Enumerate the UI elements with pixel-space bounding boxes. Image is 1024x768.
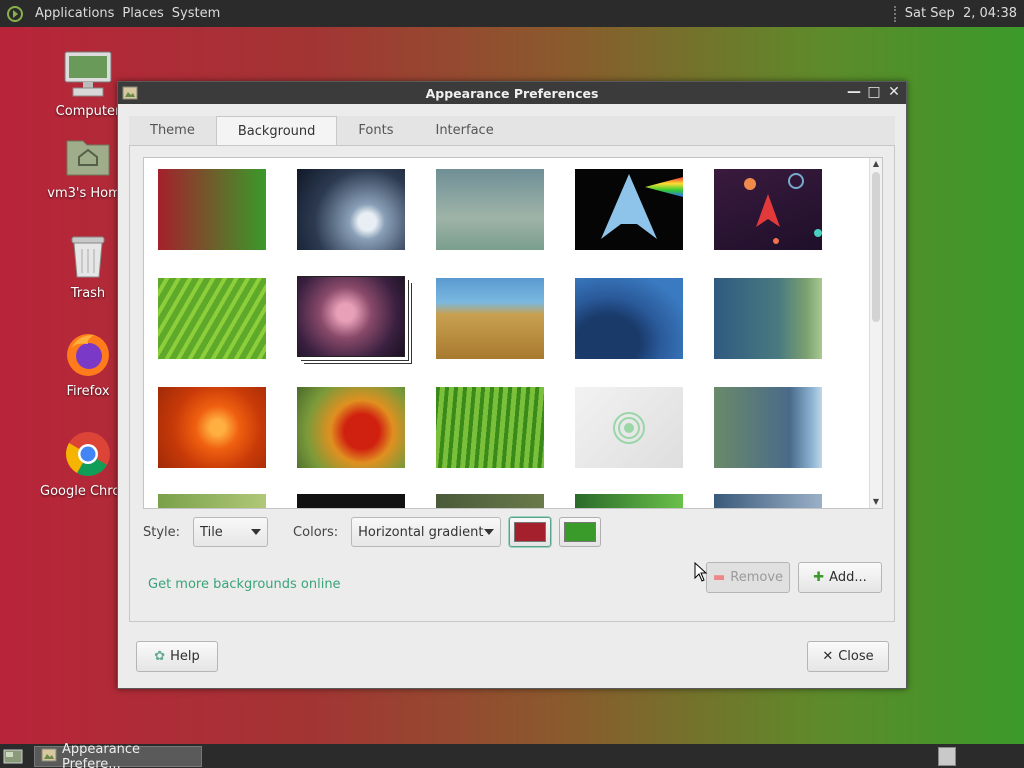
get-more-backgrounds-link[interactable]: Get more backgrounds online [148,577,341,592]
secondary-color-button[interactable] [559,517,602,547]
minimize-icon[interactable]: — [846,84,862,100]
secondary-color-swatch [564,522,597,542]
taskbar-window-label: Appearance Prefere... [62,741,141,768]
add-button[interactable]: ✚ Add... [798,562,882,593]
wallpaper-thumb-partial-3[interactable] [436,494,544,508]
computer-icon [62,48,114,100]
tab-background[interactable]: Background [215,116,338,145]
help-button[interactable]: ✿ Help [136,641,218,672]
preferences-notebook: Theme Background Fonts Interface ▲ ▼ Sty… [129,116,895,622]
wallpaper-thumb-white-logo[interactable] [575,387,683,468]
trash-icon [62,230,114,282]
window-titlebar[interactable]: Appearance Preferences — □ ✕ [118,82,906,104]
remove-icon: ▬ [712,570,726,585]
appearance-preferences-window: Appearance Preferences — □ ✕ Theme Backg… [117,81,907,689]
panel-separator [893,5,897,22]
help-icon: ✿ [154,649,166,664]
style-label: Style: [143,524,181,540]
workspace-switcher[interactable] [938,747,956,766]
plus-icon: ✚ [813,570,825,585]
wallpaper-thumb-blue-gradient[interactable] [714,387,822,468]
applications-menu[interactable]: Applications [31,6,118,21]
show-desktop-icon[interactable] [3,747,23,765]
wallpaper-thumb-green-leaf[interactable] [158,278,266,359]
system-menu[interactable]: System [168,6,224,21]
chrome-icon [62,428,114,480]
background-panel: ▲ ▼ Style: Tile Colors: Horizontal gradi… [129,146,895,622]
tab-bar: Theme Background Fonts Interface [129,116,895,146]
scroll-up-icon[interactable]: ▲ [870,158,882,170]
window-title: Appearance Preferences [425,85,599,101]
menu-logo-icon[interactable] [4,3,26,25]
taskbar-window-button[interactable]: Appearance Prefere... [34,742,202,768]
primary-color-swatch [514,522,547,542]
wallpaper-thumb-orange-flower[interactable] [158,387,266,468]
primary-color-button[interactable] [509,517,552,547]
wallpaper-thumb-blue-abstract[interactable] [575,278,683,359]
colors-dropdown[interactable]: Horizontal gradient [351,517,502,547]
wallpaper-thumb-partial-5[interactable] [714,494,822,508]
grid-scrollbar[interactable]: ▲ ▼ [869,158,882,508]
bottom-panel: Appearance Prefere... [0,742,1024,768]
home-folder-icon [62,130,114,182]
wallpaper-thumb-grass-field[interactable] [436,278,544,359]
tab-interface[interactable]: Interface [414,116,514,145]
wallpaper-thumb-teal-dots[interactable] [714,278,822,359]
wallpaper-thumb-arch-planets[interactable] [714,169,822,250]
wallpaper-thumb-grass-blades[interactable] [436,387,544,468]
tab-theme[interactable]: Theme [129,116,216,145]
maximize-icon[interactable]: □ [866,84,882,100]
wallpaper-thumb-gradient[interactable] [158,169,266,250]
wallpaper-thumb-partial-1[interactable] [158,494,266,508]
style-value: Tile [200,524,223,540]
mouse-pointer-icon [694,561,708,582]
add-label: Add... [829,570,867,585]
chevron-down-icon [251,529,262,535]
clock[interactable]: Sat Sep 2, 04:38 [905,6,1017,21]
scrollbar-thumb[interactable] [872,172,880,322]
wallpaper-thumb-partial-2[interactable] [297,494,405,508]
wallpaper-thumb-marigold[interactable] [297,387,405,468]
background-options-row: Style: Tile Colors: Horizontal gradient [143,516,602,548]
close-icon: ✕ [822,649,834,664]
close-button[interactable]: ✕ Close [807,641,889,672]
style-dropdown[interactable]: Tile [193,517,269,547]
places-menu[interactable]: Places [118,6,167,21]
wallpaper-thumb-partial-4[interactable] [575,494,683,508]
wallpaper-grid[interactable]: ▲ ▼ [143,157,883,509]
wallpaper-thumb-waterdrop[interactable] [297,169,405,250]
appearance-app-icon [122,85,138,101]
close-window-icon[interactable]: ✕ [886,84,902,100]
colors-value: Horizontal gradient [358,524,484,540]
help-label: Help [170,649,200,664]
wallpaper-thumb-teal-blur[interactable] [436,169,544,250]
chevron-down-icon [484,529,495,535]
firefox-icon [62,328,114,380]
wallpaper-thumb-nebula-slideshow[interactable] [297,276,405,357]
top-panel: Applications Places System Sat Sep 2, 04… [0,0,1024,27]
remove-label: Remove [730,570,784,585]
tab-fonts[interactable]: Fonts [337,116,414,145]
appearance-app-icon [41,747,57,767]
colors-label: Colors: [293,524,339,540]
remove-button[interactable]: ▬ Remove [706,562,790,593]
scroll-down-icon[interactable]: ▼ [870,496,882,508]
close-label: Close [838,649,874,664]
wallpaper-thumb-arch-prism[interactable] [575,169,683,250]
